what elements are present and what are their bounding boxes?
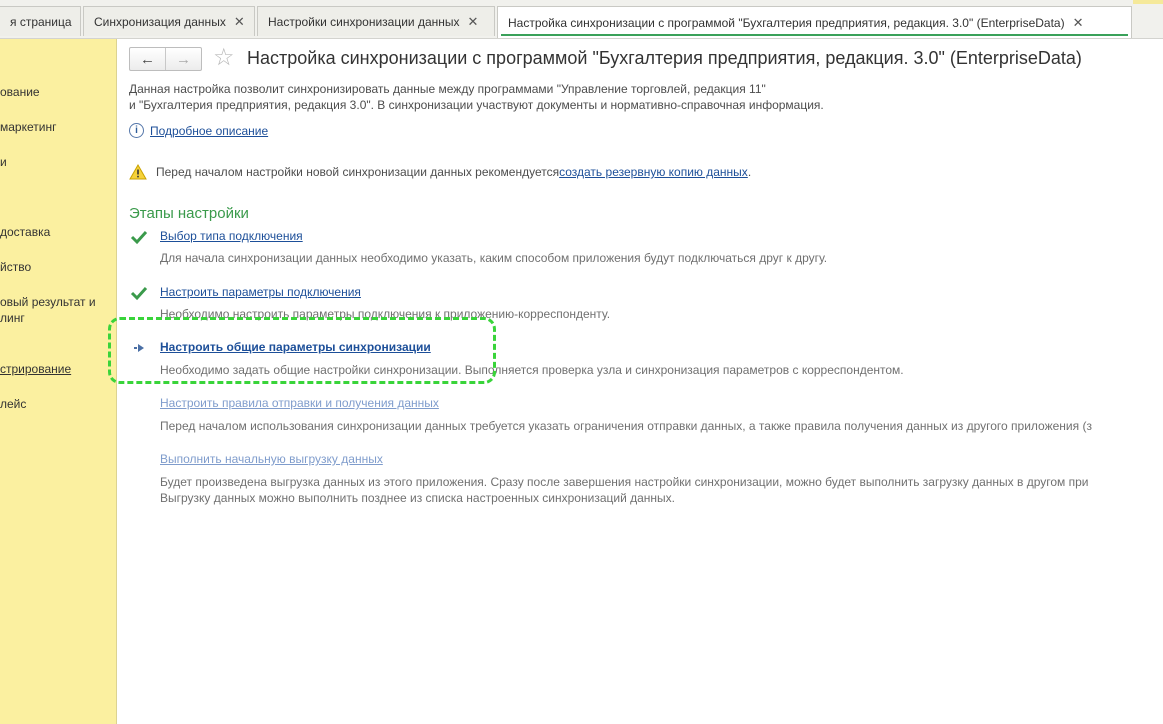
close-icon[interactable]: ✕	[234, 14, 245, 30]
backup-warning: Перед началом настройки новой синхрониза…	[129, 164, 751, 180]
sidebar-item-7[interactable]: стрирование	[0, 361, 71, 377]
step-1-desc: Для начала синхронизации данных необходи…	[160, 251, 828, 265]
star-icon[interactable]: ☆	[213, 44, 235, 72]
sidebar-item-5[interactable]: йство	[0, 259, 31, 275]
step-3-link[interactable]: Настроить общие параметры синхронизации	[160, 340, 431, 354]
window-edge-strip	[1133, 0, 1163, 4]
tab-bar: я страница Синхронизация данных ✕ Настро…	[0, 0, 1163, 39]
sidebar-item-1[interactable]: ование	[0, 84, 40, 100]
details-link[interactable]: Подробное описание	[150, 124, 268, 138]
close-icon[interactable]: ✕	[1073, 15, 1084, 31]
step-4-link[interactable]: Настроить правила отправки и получения д…	[160, 396, 439, 410]
step-1-link[interactable]: Выбор типа подключения	[160, 229, 303, 243]
warning-end: .	[747, 165, 752, 179]
sidebar: ование маркетинг и доставка йство овый р…	[0, 39, 117, 724]
tab-sync-settings[interactable]: Настройки синхронизации данных ✕	[257, 6, 495, 36]
step-5-link[interactable]: Выполнить начальную выгрузку данных	[160, 452, 383, 466]
step-3-desc: Необходимо задать общие настройки синхро…	[160, 363, 904, 377]
nav-buttons: ← →	[129, 47, 202, 71]
details-row: i Подробное описание	[129, 123, 268, 138]
page-description: Данная настройка позволит синхронизирова…	[129, 81, 824, 113]
checkmark-icon	[130, 230, 148, 245]
tab-data-sync[interactable]: Синхронизация данных ✕	[83, 6, 255, 36]
step-4-desc: Перед началом использования синхронизаци…	[160, 419, 1092, 433]
warning-text: Перед началом настройки новой синхрониза…	[156, 165, 560, 179]
description-line: и "Бухгалтерия предприятия, редакция 3.0…	[129, 98, 824, 112]
step-2-link[interactable]: Настроить параметры подключения	[160, 285, 361, 299]
backup-link[interactable]: создать резервную копию данных	[559, 165, 748, 179]
tab-label: Настройка синхронизации с программой "Бу…	[508, 15, 1065, 30]
tab-label: я страница	[10, 14, 72, 29]
description-line: Данная настройка позволит синхронизирова…	[129, 82, 766, 96]
step-5-desc: Будет произведена выгрузка данных из это…	[160, 475, 1089, 489]
sidebar-item-6[interactable]: овый результат и	[0, 294, 96, 310]
tab-label: Синхронизация данных	[94, 14, 226, 29]
page-title: Настройка синхронизации с программой "Бу…	[247, 48, 1082, 68]
tab-sync-setup-active[interactable]: Настройка синхронизации с программой "Бу…	[497, 6, 1132, 38]
sidebar-item-6b[interactable]: линг	[0, 310, 25, 326]
close-icon[interactable]: ✕	[468, 14, 479, 30]
tab-home[interactable]: я страница	[0, 6, 81, 36]
checkmark-icon	[130, 286, 148, 301]
tab-label: Настройки синхронизации данных	[268, 14, 460, 29]
sidebar-item-2[interactable]: маркетинг	[0, 119, 56, 135]
forward-button[interactable]: →	[165, 48, 201, 70]
back-button[interactable]: ←	[130, 48, 165, 70]
sidebar-item-4[interactable]: доставка	[0, 224, 50, 240]
warning-icon	[129, 164, 147, 180]
stages-title: Этапы настройки	[129, 205, 249, 222]
info-icon: i	[129, 123, 144, 138]
step-5-desc-line2: Выгрузку данных можно выполнить позднее …	[160, 491, 675, 505]
current-step-arrow-icon	[134, 344, 144, 352]
step-2-desc: Необходимо настроить параметры подключен…	[160, 307, 611, 321]
sidebar-item-8[interactable]: лейс	[0, 396, 26, 412]
sidebar-item-3[interactable]: и	[0, 154, 7, 170]
